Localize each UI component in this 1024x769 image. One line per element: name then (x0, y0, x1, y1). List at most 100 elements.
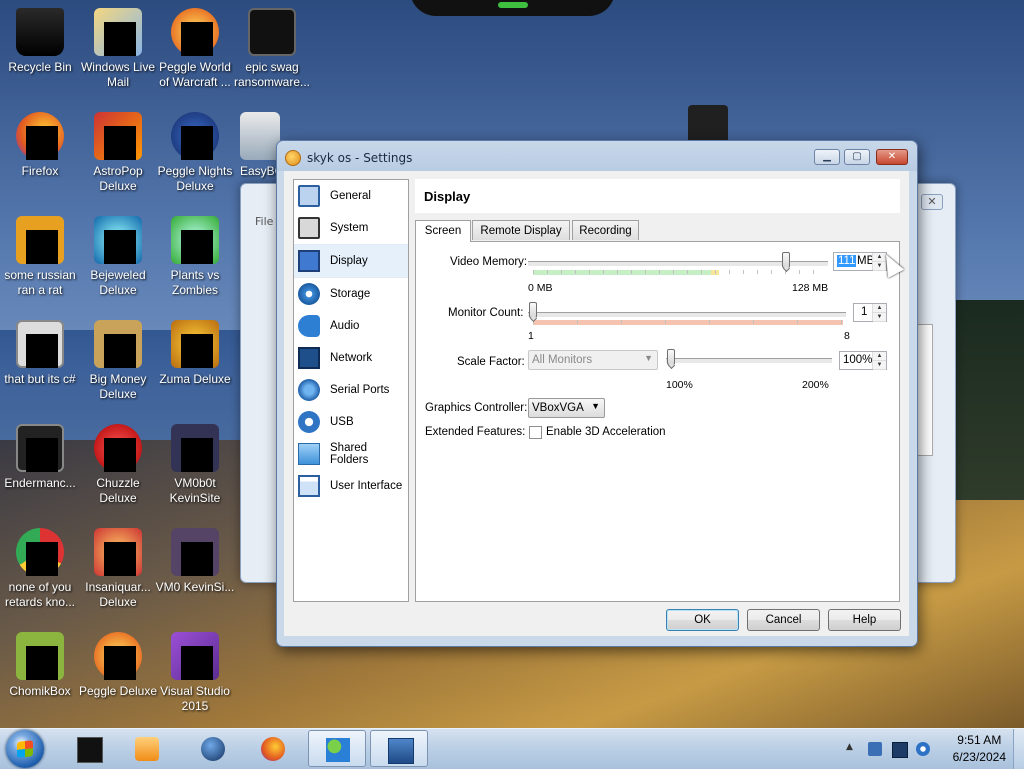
desktop-icon-label: VM0b0t KevinSite (169, 476, 221, 505)
desktop-icon-recycle-bin[interactable]: Recycle Bin (0, 8, 80, 75)
volume-tray-icon[interactable] (916, 742, 930, 756)
scale-factor-spinbox[interactable]: 100% ▲ ▼ (839, 351, 887, 370)
desktop-icon-label: ChomikBox (9, 684, 71, 698)
graphics-controller-label: Graphics Controller: (425, 402, 528, 414)
nav-item-general[interactable]: General (294, 180, 408, 212)
menu-file[interactable]: File (255, 215, 273, 228)
taskbar-clock[interactable]: 9:51 AM 6/23/2024 (953, 732, 1006, 766)
spin-down-icon[interactable]: ▼ (873, 361, 886, 370)
taskbar-item-people[interactable] (308, 730, 366, 767)
desktop-icon-chomikbox[interactable]: ChomikBox (0, 632, 80, 699)
desktop-icon-easybcd[interactable]: EasyBC (232, 112, 283, 179)
tab-recording[interactable]: Recording (572, 220, 639, 240)
nav-item-usb[interactable]: USB (294, 406, 408, 438)
desktop-icon-label: Windows Live Mail (80, 60, 156, 89)
desktop-icon-peggle-wow[interactable]: Peggle World of Warcraft ... (155, 8, 235, 90)
desktop-icon-label: epic swag ransomware... (233, 60, 311, 89)
desktop-icon-insaniquarium[interactable]: Insaniquar... Deluxe (78, 528, 158, 610)
desktop-icon-visual-studio[interactable]: Visual Studio 2015 (155, 632, 235, 714)
desktop-icon-pvz[interactable]: Plants vs Zombies (155, 216, 235, 298)
nav-item-display[interactable]: Display (294, 244, 408, 278)
nav-item-label: General (330, 190, 371, 202)
show-desktop-button[interactable] (1013, 729, 1024, 769)
nav-item-shared-folders[interactable]: Shared Folders (294, 438, 408, 470)
close-button[interactable]: ✕ (876, 149, 908, 165)
spin-down-icon[interactable]: ▼ (873, 313, 886, 322)
nav-item-label: Audio (330, 320, 360, 332)
monitor-count-value[interactable]: 1 (861, 306, 867, 318)
desktop-icon-vm0b0t[interactable]: VM0b0t KevinSite (155, 424, 235, 506)
taskbar-item-firefox[interactable] (244, 730, 302, 767)
desktop-icon-endermanch[interactable]: Endermanc... (0, 424, 80, 491)
desktop-icon-vm0[interactable]: VM0 KevinSi... (155, 528, 235, 595)
desktop-icon-none-of-you[interactable]: none of you retards kno... (0, 528, 80, 610)
bejeweled-icon (94, 216, 142, 264)
desktop-icon-label: Firefox (21, 164, 59, 178)
virtualbox-settings-icon (285, 150, 301, 166)
scale-factor-value[interactable]: 100% (843, 354, 872, 366)
desktop-icon-that-but-csharp[interactable]: that but its c# (0, 320, 80, 387)
ok-button[interactable]: OK (666, 609, 739, 631)
taskbar-item-black-box[interactable] (60, 730, 118, 767)
enable-3d-acceleration-label[interactable]: Enable 3D Acceleration (546, 426, 666, 438)
nav-item-storage[interactable]: Storage (294, 278, 408, 310)
tab-remote-display[interactable]: Remote Display (472, 220, 570, 240)
nav-item-serial-ports[interactable]: Serial Ports (294, 374, 408, 406)
taskbar-item-media-player[interactable] (118, 730, 176, 767)
desktop-icon-bejeweled[interactable]: Bejeweled Deluxe (78, 216, 158, 298)
desktop-icon-peggle-deluxe[interactable]: Peggle Deluxe (78, 632, 158, 699)
taskbar-item-earth[interactable] (184, 730, 242, 767)
scrollbar[interactable] (917, 324, 933, 456)
chevron-down-icon: ▼ (591, 401, 600, 411)
nav-item-label: Display (330, 255, 368, 267)
endermanch-icon (16, 424, 64, 472)
taskbar-item-virtualbox[interactable] (370, 730, 428, 767)
desktop-icon-chuzzle[interactable]: Chuzzle Deluxe (78, 424, 158, 506)
desktop-icon-peggle-nights[interactable]: Peggle Nights Deluxe (155, 112, 235, 194)
spin-up-icon[interactable]: ▲ (873, 304, 886, 313)
close-icon[interactable]: ✕ (921, 194, 943, 210)
storage-icon (298, 283, 320, 305)
extended-features-label: Extended Features: (425, 426, 526, 438)
desktop-icon-firefox[interactable]: Firefox (0, 112, 80, 179)
monitor-count-spinbox[interactable]: 1 ▲ ▼ (853, 303, 887, 322)
desktop-icon-windows-live-mail[interactable]: Windows Live Mail (78, 8, 158, 90)
monitor-count-slider-thumb[interactable] (529, 302, 537, 318)
graphics-controller-select[interactable]: VBoxVGA ▼ (528, 398, 605, 418)
nav-item-network[interactable]: Network (294, 342, 408, 374)
desktop-icon-label: AstroPop Deluxe (93, 164, 143, 193)
desktop-icon-zuma[interactable]: Zuma Deluxe (155, 320, 235, 387)
insaniquarium-icon (94, 528, 142, 576)
enable-3d-acceleration-checkbox[interactable] (529, 426, 542, 439)
nav-item-system[interactable]: System (294, 212, 408, 244)
minimize-button[interactable]: ▁ (814, 149, 840, 165)
desktop-icon-big-money[interactable]: Big Money Deluxe (78, 320, 158, 402)
tab-screen[interactable]: Screen (415, 220, 471, 242)
spin-up-icon[interactable]: ▲ (873, 352, 886, 361)
show-hidden-icons-icon[interactable]: ▲ (846, 742, 860, 756)
maximize-button[interactable]: ▢ (844, 149, 870, 165)
spin-arrows[interactable]: ▲ ▼ (872, 352, 886, 370)
scale-factor-slider-thumb[interactable] (667, 349, 675, 365)
recycle-bin-icon (16, 8, 64, 56)
network-tray-icon[interactable] (868, 742, 882, 756)
dialog-titlebar[interactable]: skyk os - Settings ▁ ▢ ✕ (277, 141, 917, 171)
monitor-count-max-label: 8 (844, 330, 850, 342)
display-tray-icon[interactable] (892, 742, 908, 758)
chevron-down-icon: ▼ (644, 353, 653, 363)
video-memory-label: Video Memory: (450, 256, 528, 268)
video-memory-value[interactable]: 111 (837, 255, 857, 267)
video-memory-slider-thumb[interactable] (782, 252, 791, 268)
spin-arrows[interactable]: ▲ ▼ (872, 304, 886, 322)
start-button[interactable] (6, 730, 44, 768)
nav-item-user-interface[interactable]: User Interface (294, 470, 408, 502)
help-button[interactable]: Help (828, 609, 901, 631)
desktop-icon-russian-rat[interactable]: some russian ran a rat (0, 216, 80, 298)
desktop-icon-epic-swag[interactable]: epic swag ransomware... (232, 8, 312, 90)
desktop-icon-astropop[interactable]: AstroPop Deluxe (78, 112, 158, 194)
desktop-icon-label: Peggle World of Warcraft ... (159, 60, 231, 89)
clock-date: 6/23/2024 (952, 750, 1006, 764)
desktop-icon-label: Recycle Bin (8, 60, 72, 74)
nav-item-audio[interactable]: Audio (294, 310, 408, 342)
cancel-button[interactable]: Cancel (747, 609, 820, 631)
